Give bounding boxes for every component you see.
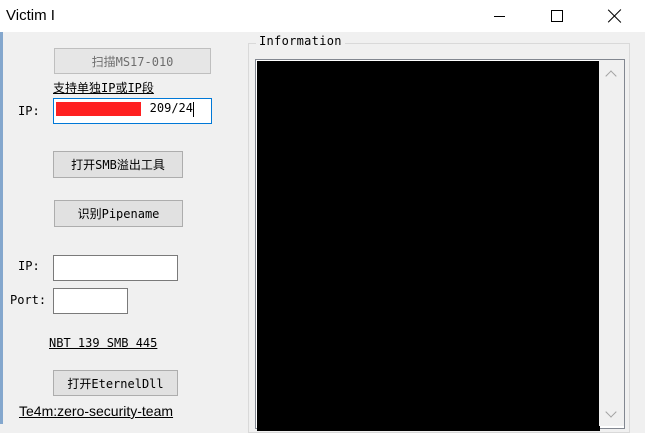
title-bar: Victim I — [0, 0, 645, 32]
minimize-button[interactable] — [471, 0, 527, 32]
redacted-ip-block — [56, 102, 141, 116]
target-port-input[interactable] — [53, 288, 128, 314]
scan-ip-input[interactable]: 209/24 — [53, 98, 212, 124]
target-port-label: Port: — [10, 293, 47, 307]
scan-ms17-010-button[interactable]: 扫描MS17-010 — [54, 48, 211, 74]
information-scrollbar[interactable] — [599, 60, 624, 426]
open-eternal-dll-button[interactable]: 打开EternelDll — [53, 370, 178, 396]
information-textbox[interactable] — [255, 59, 625, 431]
window-left-border — [0, 32, 3, 424]
target-ip-label: IP: — [18, 259, 40, 273]
information-output-area — [257, 61, 600, 431]
close-icon — [608, 9, 622, 23]
support-hint-label: 支持单独IP或IP段 — [53, 81, 154, 95]
scan-ip-value: 209/24 — [149, 101, 193, 115]
target-ip-input[interactable] — [53, 255, 178, 281]
text-caret — [193, 102, 194, 117]
window-title: Victim I — [6, 7, 55, 24]
ports-hint-label: NBT 139 SMB 445 — [49, 336, 158, 350]
information-group-title: Information — [256, 34, 345, 48]
scroll-down-icon[interactable] — [605, 406, 617, 418]
scan-ip-label: IP: — [18, 104, 40, 118]
scroll-up-icon[interactable] — [605, 70, 617, 82]
close-button[interactable] — [587, 0, 643, 32]
minimize-icon — [493, 15, 505, 17]
team-link[interactable]: Te4m:zero-security-team — [19, 403, 173, 419]
maximize-button[interactable] — [529, 0, 585, 32]
open-smb-tool-button[interactable]: 打开SMB溢出工具 — [53, 151, 183, 178]
identify-pipename-button[interactable]: 识别Pipename — [54, 200, 183, 227]
maximize-icon — [551, 10, 563, 22]
